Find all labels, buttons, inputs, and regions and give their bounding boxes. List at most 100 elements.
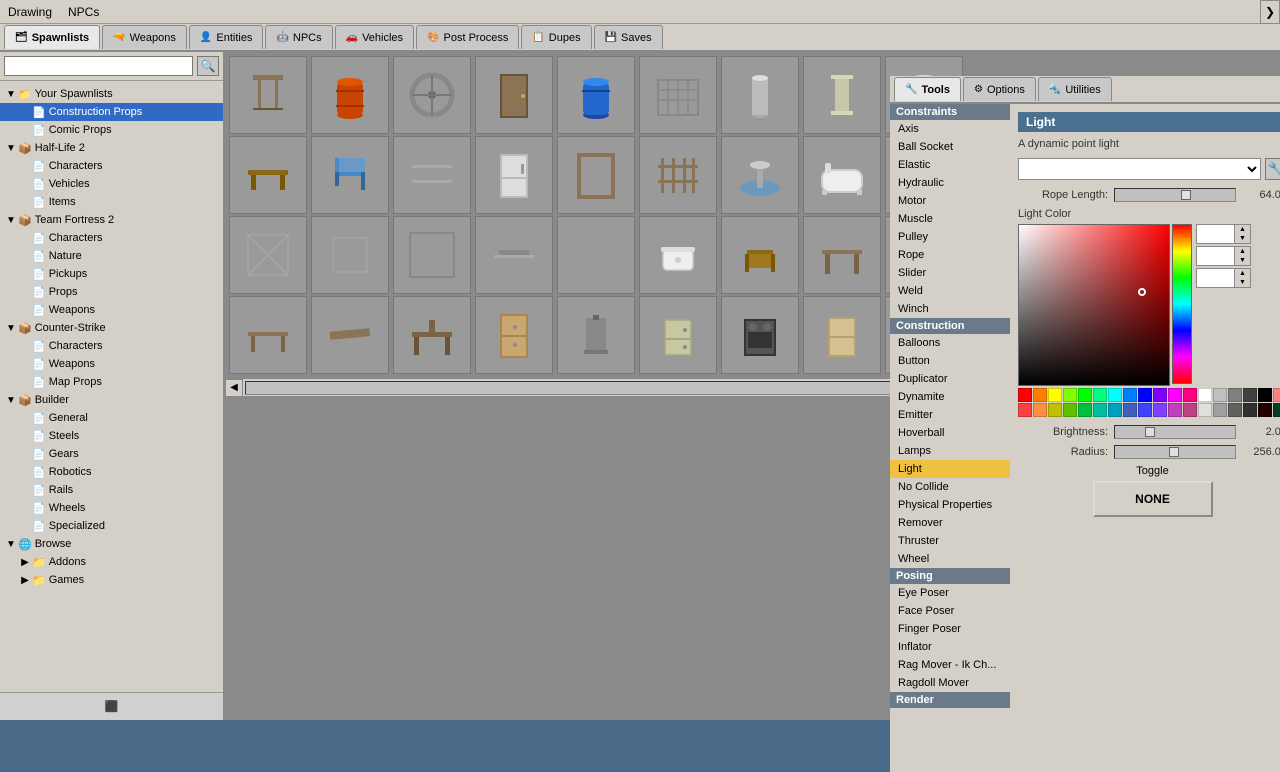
rope-length-slider[interactable] — [1114, 188, 1236, 202]
toggle-hl2[interactable]: ▼ — [4, 143, 18, 154]
sprite-barrel-blue[interactable] — [557, 56, 635, 134]
color-swatch[interactable] — [1063, 388, 1077, 402]
constraint-hydraulic[interactable]: Hydraulic — [890, 174, 1010, 192]
color-swatch[interactable] — [1258, 403, 1272, 417]
sprite-frame[interactable] — [557, 136, 635, 214]
color-swatch[interactable] — [1093, 403, 1107, 417]
brightness-thumb[interactable] — [1145, 427, 1155, 437]
tree-item-b-steels[interactable]: 📄 Steels — [0, 427, 223, 445]
sprite-table2[interactable] — [229, 296, 307, 374]
toggle-tf2[interactable]: ▼ — [4, 215, 18, 226]
sprite-door[interactable] — [475, 56, 553, 134]
color-swatch[interactable] — [1123, 388, 1137, 402]
sprite-cabinet3[interactable] — [803, 296, 881, 374]
g-input[interactable]: 255 — [1197, 247, 1234, 265]
constraint-remover[interactable]: Remover — [890, 514, 1010, 532]
color-swatch[interactable] — [1108, 403, 1122, 417]
tree-item-hl2-vehicles[interactable]: 📄 Vehicles — [0, 175, 223, 193]
color-swatch[interactable] — [1018, 388, 1032, 402]
sprite-wire4[interactable] — [557, 216, 635, 294]
constraint-emitter[interactable]: Emitter — [890, 406, 1010, 424]
color-swatch[interactable] — [1243, 403, 1257, 417]
sprite-wire-fence1[interactable] — [229, 216, 307, 294]
color-swatch[interactable] — [1183, 388, 1197, 402]
constraint-dynamite[interactable]: Dynamite — [890, 388, 1010, 406]
b-input[interactable]: 255 — [1197, 269, 1234, 287]
color-swatch[interactable] — [1123, 403, 1137, 417]
sprite-bathtub[interactable] — [803, 136, 881, 214]
color-swatch[interactable] — [1198, 388, 1212, 402]
sprite-wire-fence3[interactable] — [393, 216, 471, 294]
sprite-barrel-orange[interactable] — [311, 56, 389, 134]
tree-item-halflife2[interactable]: ▼ 📦 Half-Life 2 — [0, 139, 223, 157]
constraint-nocollide[interactable]: No Collide — [890, 478, 1010, 496]
sprite-heater[interactable] — [557, 296, 635, 374]
constraint-elastic[interactable]: Elastic — [890, 156, 1010, 174]
radius-slider[interactable] — [1114, 445, 1236, 459]
wrench-button[interactable]: 🔧 — [1265, 158, 1280, 180]
color-swatch[interactable] — [1018, 403, 1032, 417]
toggle-games[interactable]: ▶ — [18, 575, 32, 586]
brightness-slider[interactable] — [1114, 425, 1236, 439]
constraint-muscle[interactable]: Muscle — [890, 210, 1010, 228]
posing-face[interactable]: Face Poser — [890, 602, 1010, 620]
constraint-button[interactable]: Button — [890, 352, 1010, 370]
tree-item-b-wheels[interactable]: 📄 Wheels — [0, 499, 223, 517]
tree-item-cs-mapprops[interactable]: 📄 Map Props — [0, 373, 223, 391]
sprite-bar[interactable] — [475, 216, 553, 294]
tab-weapons[interactable]: 🔫 Weapons — [102, 25, 187, 49]
tab-spawnlists[interactable]: 🗂 Spawnlists — [4, 25, 100, 49]
constraint-thruster[interactable]: Thruster — [890, 532, 1010, 550]
scroll-left[interactable]: ◀ — [225, 379, 243, 397]
tree-item-tf2-pickups[interactable]: 📄 Pickups — [0, 265, 223, 283]
color-swatch[interactable] — [1033, 403, 1047, 417]
color-swatch[interactable] — [1183, 403, 1197, 417]
tree-item-b-gears[interactable]: 📄 Gears — [0, 445, 223, 463]
menu-drawing[interactable]: Drawing — [8, 5, 52, 19]
constraint-lamps[interactable]: Lamps — [890, 442, 1010, 460]
tab-vehicles[interactable]: 🚗 Vehicles — [335, 25, 414, 49]
constraint-hoverball[interactable]: Hoverball — [890, 424, 1010, 442]
none-button[interactable]: NONE — [1093, 481, 1213, 517]
constraint-balloons[interactable]: Balloons — [890, 334, 1010, 352]
sprite-bench[interactable] — [229, 136, 307, 214]
tree-item-construction-props[interactable]: 📄 Construction Props — [0, 103, 223, 121]
constraint-motor[interactable]: Motor — [890, 192, 1010, 210]
sprite-wheel[interactable] — [393, 56, 471, 134]
expand-button[interactable]: ❯ — [1260, 0, 1280, 24]
color-swatch[interactable] — [1063, 403, 1077, 417]
sprite-cage[interactable] — [639, 56, 717, 134]
tab-saves[interactable]: 💾 Saves — [594, 25, 663, 49]
color-swatch[interactable] — [1228, 403, 1242, 417]
posing-ragmover[interactable]: Rag Mover - Ik Ch... — [890, 656, 1010, 674]
sprite-refrig[interactable] — [475, 136, 553, 214]
tab-tools[interactable]: 🔧 Tools — [894, 77, 961, 101]
posing-inflator[interactable]: Inflator — [890, 638, 1010, 656]
sprite-shelf[interactable] — [393, 136, 471, 214]
color-swatch[interactable] — [1198, 403, 1212, 417]
tab-entities[interactable]: 👤 Entities — [189, 25, 264, 49]
r-spinbox[interactable]: 255 ▲ ▼ — [1196, 224, 1251, 244]
constraint-light[interactable]: Light — [890, 460, 1010, 478]
b-spinbox[interactable]: 255 ▲ ▼ — [1196, 268, 1251, 288]
toggle-builder[interactable]: ▼ — [4, 395, 18, 406]
constraint-slider[interactable]: Slider — [890, 264, 1010, 282]
color-swatch[interactable] — [1078, 388, 1092, 402]
color-swatch[interactable] — [1093, 388, 1107, 402]
r-up-button[interactable]: ▲ — [1235, 225, 1250, 234]
color-swatch[interactable] — [1273, 403, 1280, 417]
tree-item-cs-weapons[interactable]: 📄 Weapons — [0, 355, 223, 373]
constraint-axis[interactable]: Axis — [890, 120, 1010, 138]
sprite-cabinet[interactable] — [475, 296, 553, 374]
sprite-wire-fence2[interactable] — [311, 216, 389, 294]
constraint-rope[interactable]: Rope — [890, 246, 1010, 264]
toggle-cs[interactable]: ▼ — [4, 323, 18, 334]
r-input[interactable]: 255 — [1197, 225, 1234, 243]
tree-item-b-rails[interactable]: 📄 Rails — [0, 481, 223, 499]
sprite-stool[interactable] — [229, 56, 307, 134]
tree-item-hl2-items[interactable]: 📄 Items — [0, 193, 223, 211]
tree-item-cstrike[interactable]: ▼ 📦 Counter-Strike — [0, 319, 223, 337]
color-swatch[interactable] — [1213, 388, 1227, 402]
search-button[interactable]: 🔍 — [197, 56, 219, 76]
hue-slider[interactable] — [1172, 224, 1192, 384]
